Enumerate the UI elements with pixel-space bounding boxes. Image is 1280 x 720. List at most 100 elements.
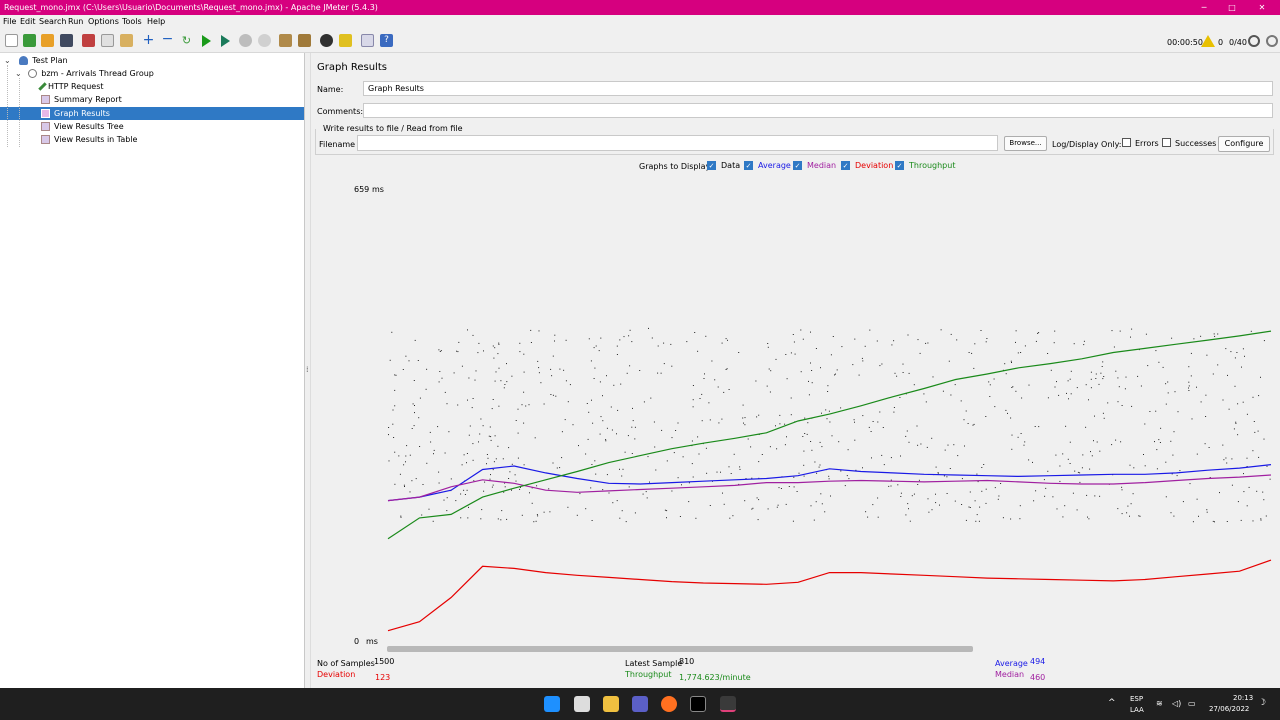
menu-search[interactable]: Search bbox=[39, 17, 66, 26]
menu-run[interactable]: Run bbox=[68, 17, 83, 26]
menu-help[interactable]: Help bbox=[147, 17, 165, 26]
data-point bbox=[591, 399, 592, 401]
expand-icon[interactable]: + bbox=[142, 33, 155, 47]
comments-input[interactable] bbox=[363, 103, 1273, 118]
task-view-icon[interactable] bbox=[574, 696, 590, 712]
data-point bbox=[723, 503, 725, 505]
volume-icon[interactable]: ◁) bbox=[1172, 699, 1181, 708]
clock-time[interactable]: 20:13 bbox=[1233, 694, 1253, 702]
median-checkbox[interactable]: ✓ bbox=[793, 161, 802, 170]
templates-icon[interactable] bbox=[23, 34, 36, 47]
save-icon[interactable] bbox=[60, 34, 73, 47]
menu-file[interactable]: File bbox=[3, 17, 16, 26]
copy-icon[interactable] bbox=[101, 34, 114, 47]
menu-edit[interactable]: Edit bbox=[20, 17, 36, 26]
language-code[interactable]: ESP bbox=[1130, 695, 1143, 703]
function-helper-icon[interactable] bbox=[361, 34, 374, 47]
menu-tools[interactable]: Tools bbox=[122, 17, 142, 26]
maximize-button[interactable]: □ bbox=[1224, 2, 1240, 13]
tree-item-http-request[interactable]: HTTP Request bbox=[38, 80, 301, 93]
samples-label: No of Samples bbox=[317, 659, 375, 668]
data-point bbox=[400, 515, 402, 517]
errors-checkbox[interactable] bbox=[1122, 138, 1131, 147]
paste-icon[interactable] bbox=[120, 34, 133, 47]
warning-icon[interactable] bbox=[1201, 35, 1215, 47]
deviation-checkbox[interactable]: ✓ bbox=[841, 161, 850, 170]
filename-input[interactable] bbox=[357, 135, 998, 151]
new-icon[interactable] bbox=[5, 34, 18, 47]
y-max-label: 659 bbox=[354, 185, 370, 194]
data-checkbox[interactable]: ✓ bbox=[707, 161, 716, 170]
clear-icon[interactable] bbox=[279, 34, 292, 47]
stop-icon[interactable] bbox=[239, 34, 252, 47]
tree-node-thread-group[interactable]: ⌄ bzm - Arrivals Thread Group bbox=[15, 67, 154, 80]
data-point bbox=[616, 433, 617, 435]
file-explorer-icon[interactable] bbox=[603, 696, 619, 712]
data-point bbox=[836, 369, 838, 371]
throughput-checkbox[interactable]: ✓ bbox=[895, 161, 904, 170]
open-icon[interactable] bbox=[41, 34, 54, 47]
start-no-pauses-icon[interactable] bbox=[221, 35, 230, 47]
clock-date[interactable]: 27/06/2022 bbox=[1209, 705, 1249, 713]
data-point bbox=[821, 412, 822, 414]
jmeter-taskbar-icon[interactable] bbox=[720, 696, 736, 712]
toggle-icon[interactable]: ↻ bbox=[180, 34, 193, 47]
data-point bbox=[1034, 426, 1036, 427]
shutdown-icon[interactable] bbox=[258, 34, 271, 47]
tree-item-summary-report[interactable]: Summary Report bbox=[41, 93, 301, 106]
data-point bbox=[1095, 373, 1097, 375]
chevron-down-icon[interactable]: ⌄ bbox=[4, 56, 11, 65]
tree-item-view-results-table[interactable]: View Results in Table bbox=[41, 133, 301, 146]
terminal-icon[interactable] bbox=[690, 696, 706, 712]
browse-button[interactable]: Browse... bbox=[1004, 136, 1047, 151]
data-point bbox=[794, 353, 796, 355]
data-point bbox=[619, 468, 620, 470]
firefox-icon[interactable] bbox=[661, 696, 677, 712]
data-point bbox=[1126, 512, 1128, 514]
successes-checkbox[interactable] bbox=[1162, 138, 1171, 147]
horizontal-scrollbar[interactable] bbox=[387, 646, 973, 652]
collapse-icon[interactable]: − bbox=[161, 32, 174, 47]
battery-icon[interactable]: ▭ bbox=[1188, 699, 1196, 708]
data-point bbox=[961, 504, 963, 505]
data-point bbox=[651, 337, 653, 339]
keyboard-layout[interactable]: LAA bbox=[1130, 706, 1144, 714]
teams-icon[interactable] bbox=[632, 696, 648, 712]
chevron-up-icon[interactable]: ^ bbox=[1108, 698, 1116, 708]
search-icon[interactable] bbox=[320, 34, 333, 47]
chevron-down-icon[interactable]: ⌄ bbox=[15, 69, 22, 78]
tree-item-view-results-tree[interactable]: View Results Tree bbox=[41, 120, 301, 133]
filename-label: Filename bbox=[319, 140, 356, 149]
data-point bbox=[1234, 357, 1236, 359]
help-icon[interactable]: ? bbox=[380, 34, 393, 47]
data-point bbox=[808, 394, 810, 396]
minimize-button[interactable]: ─ bbox=[1196, 2, 1212, 13]
menu-options[interactable]: Options bbox=[88, 17, 119, 26]
data-point bbox=[682, 456, 684, 458]
data-point bbox=[757, 519, 759, 521]
cut-icon[interactable] bbox=[82, 34, 95, 47]
clear-all-icon[interactable] bbox=[298, 34, 311, 47]
data-point bbox=[595, 473, 597, 475]
average-checkbox[interactable]: ✓ bbox=[744, 161, 753, 170]
start-icon[interactable] bbox=[544, 696, 560, 712]
data-point bbox=[463, 454, 465, 456]
data-point bbox=[429, 431, 431, 433]
globe-icon[interactable] bbox=[1266, 35, 1278, 47]
wifi-icon[interactable]: ≋ bbox=[1156, 699, 1163, 708]
data-point bbox=[1004, 363, 1006, 365]
remote-icon[interactable] bbox=[1248, 35, 1260, 47]
data-point bbox=[967, 423, 969, 424]
name-input[interactable]: Graph Results bbox=[363, 81, 1273, 96]
tree-node-test-plan[interactable]: ⌄ Test Plan bbox=[4, 54, 68, 67]
report-icon bbox=[41, 135, 50, 144]
notification-icon[interactable]: ☽ bbox=[1258, 698, 1266, 708]
reset-search-icon[interactable] bbox=[339, 34, 352, 47]
configure-button[interactable]: Configure bbox=[1218, 136, 1270, 152]
data-point bbox=[1102, 412, 1104, 414]
tree-item-graph-results[interactable]: Graph Results bbox=[0, 107, 304, 120]
start-icon[interactable] bbox=[202, 35, 211, 47]
close-button[interactable]: ✕ bbox=[1254, 2, 1270, 13]
data-point bbox=[511, 489, 512, 491]
graph-area: 659 ms 0 ms bbox=[311, 173, 1280, 651]
